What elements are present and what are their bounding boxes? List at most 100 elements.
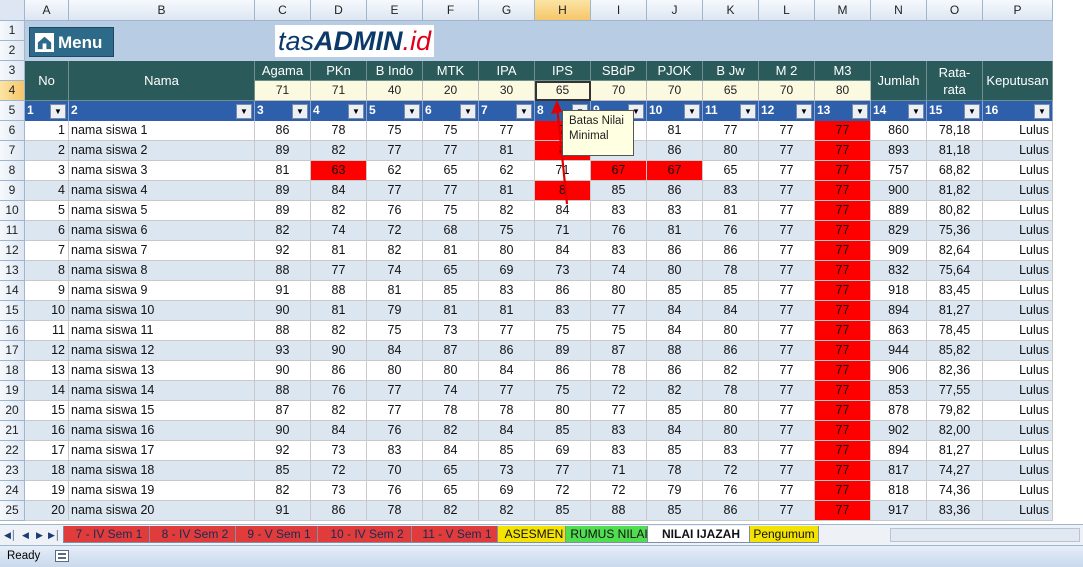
filter-dropdown-icon[interactable]: ▼: [964, 104, 980, 119]
last-sheet-nav-icon[interactable]: ▶│: [48, 529, 61, 541]
score-cell-5[interactable]: 72: [535, 481, 591, 501]
score-cell-10[interactable]: 77: [815, 501, 871, 521]
column-header-k[interactable]: K: [703, 0, 759, 21]
score-cell-4[interactable]: 85: [479, 441, 535, 461]
nama-cell[interactable]: nama siswa 4: [69, 181, 255, 201]
score-cell-7[interactable]: 78: [647, 461, 703, 481]
score-cell-3[interactable]: 74: [423, 381, 479, 401]
score-cell-10[interactable]: 77: [815, 461, 871, 481]
score-cell-9[interactable]: 77: [759, 321, 815, 341]
nama-cell[interactable]: nama siswa 11: [69, 321, 255, 341]
column-header-e[interactable]: E: [367, 0, 423, 21]
score-cell-1[interactable]: 76: [311, 381, 367, 401]
rata-cell[interactable]: 82,64: [927, 241, 983, 261]
jumlah-cell[interactable]: 863: [871, 321, 927, 341]
score-cell-6[interactable]: 77: [591, 301, 647, 321]
jumlah-cell[interactable]: 894: [871, 441, 927, 461]
score-cell-4[interactable]: 84: [479, 421, 535, 441]
row-header-5[interactable]: 5: [0, 101, 25, 121]
filter-dropdown-icon[interactable]: ▼: [796, 104, 812, 119]
row-header-18[interactable]: 18: [0, 361, 25, 381]
score-cell-7[interactable]: 86: [647, 361, 703, 381]
no-cell[interactable]: 20: [25, 501, 69, 521]
sheet-tab-6[interactable]: RUMUS NILAI: [565, 526, 653, 543]
score-cell-8[interactable]: 80: [703, 141, 759, 161]
no-cell[interactable]: 2: [25, 141, 69, 161]
row-header-20[interactable]: 20: [0, 401, 25, 421]
column-header-c[interactable]: C: [255, 0, 311, 21]
row-header-24[interactable]: 24: [0, 481, 25, 501]
score-cell-0[interactable]: 90: [255, 301, 311, 321]
nama-cell[interactable]: nama siswa 7: [69, 241, 255, 261]
no-cell[interactable]: 4: [25, 181, 69, 201]
score-cell-7[interactable]: 80: [647, 261, 703, 281]
score-cell-3[interactable]: 68: [423, 221, 479, 241]
score-cell-0[interactable]: 91: [255, 281, 311, 301]
nama-cell[interactable]: nama siswa 10: [69, 301, 255, 321]
keputusan-cell[interactable]: Lulus: [983, 221, 1053, 241]
no-cell[interactable]: 12: [25, 341, 69, 361]
score-cell-9[interactable]: 77: [759, 181, 815, 201]
score-cell-6[interactable]: 88: [591, 501, 647, 521]
score-cell-8[interactable]: 78: [703, 261, 759, 281]
jumlah-cell[interactable]: 829: [871, 221, 927, 241]
score-cell-9[interactable]: 77: [759, 341, 815, 361]
keputusan-cell[interactable]: Lulus: [983, 321, 1053, 341]
column-header-i[interactable]: I: [591, 0, 647, 21]
row-header-7[interactable]: 7: [0, 141, 25, 161]
row-header-6[interactable]: 6: [0, 121, 25, 141]
score-cell-2[interactable]: 77: [367, 401, 423, 421]
score-cell-9[interactable]: 77: [759, 121, 815, 141]
score-cell-6[interactable]: 72: [591, 481, 647, 501]
score-cell-2[interactable]: 77: [367, 181, 423, 201]
row-header-15[interactable]: 15: [0, 301, 25, 321]
row-header-1[interactable]: 1: [0, 21, 25, 41]
score-cell-3[interactable]: 73: [423, 321, 479, 341]
score-cell-1[interactable]: 86: [311, 501, 367, 521]
keputusan-cell[interactable]: Lulus: [983, 461, 1053, 481]
score-cell-1[interactable]: 72: [311, 461, 367, 481]
jumlah-cell[interactable]: 889: [871, 201, 927, 221]
column-header-a[interactable]: A: [25, 0, 69, 21]
score-cell-3[interactable]: 82: [423, 501, 479, 521]
nama-cell[interactable]: nama siswa 12: [69, 341, 255, 361]
jumlah-cell[interactable]: 832: [871, 261, 927, 281]
score-cell-9[interactable]: 77: [759, 301, 815, 321]
score-cell-4[interactable]: 69: [479, 481, 535, 501]
horizontal-scrollbar[interactable]: [890, 528, 1080, 542]
score-cell-4[interactable]: 81: [479, 301, 535, 321]
score-cell-2[interactable]: 82: [367, 241, 423, 261]
score-cell-2[interactable]: 76: [367, 421, 423, 441]
score-cell-10[interactable]: 77: [815, 261, 871, 281]
score-cell-7[interactable]: 86: [647, 181, 703, 201]
keputusan-cell[interactable]: Lulus: [983, 161, 1053, 181]
score-cell-4[interactable]: 86: [479, 341, 535, 361]
kkm-cell-10[interactable]: 80: [815, 81, 871, 101]
score-cell-10[interactable]: 77: [815, 381, 871, 401]
no-cell[interactable]: 15: [25, 401, 69, 421]
score-cell-6[interactable]: 80: [591, 281, 647, 301]
score-cell-10[interactable]: 77: [815, 361, 871, 381]
column-header-p[interactable]: P: [983, 0, 1053, 21]
jumlah-cell[interactable]: 909: [871, 241, 927, 261]
score-cell-4[interactable]: 81: [479, 141, 535, 161]
score-cell-3[interactable]: 81: [423, 241, 479, 261]
keputusan-cell[interactable]: Lulus: [983, 361, 1053, 381]
score-cell-4[interactable]: 77: [479, 121, 535, 141]
score-cell-10[interactable]: 77: [815, 441, 871, 461]
column-header-h[interactable]: H: [535, 0, 591, 21]
score-cell-7[interactable]: 79: [647, 481, 703, 501]
no-cell[interactable]: 10: [25, 301, 69, 321]
score-cell-0[interactable]: 90: [255, 421, 311, 441]
no-cell[interactable]: 3: [25, 161, 69, 181]
keputusan-cell[interactable]: Lulus: [983, 301, 1053, 321]
score-cell-2[interactable]: 83: [367, 441, 423, 461]
column-header-f[interactable]: F: [423, 0, 479, 21]
jumlah-cell[interactable]: 900: [871, 181, 927, 201]
score-cell-8[interactable]: 85: [703, 281, 759, 301]
column-header-b[interactable]: B: [69, 0, 255, 21]
score-cell-7[interactable]: 86: [647, 141, 703, 161]
filter-dropdown-icon[interactable]: ▼: [684, 104, 700, 119]
jumlah-cell[interactable]: 853: [871, 381, 927, 401]
column-header-l[interactable]: L: [759, 0, 815, 21]
